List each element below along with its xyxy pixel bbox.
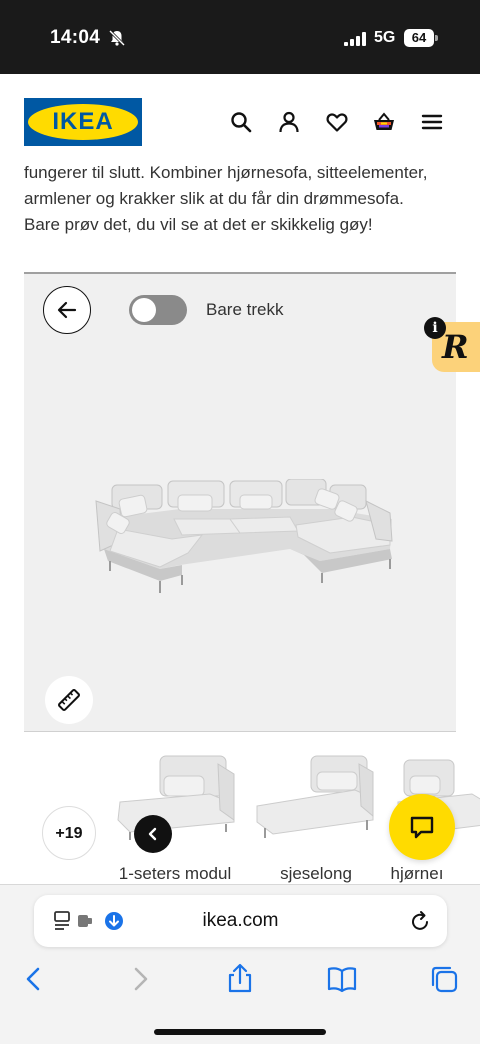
measure-button[interactable] bbox=[45, 676, 93, 724]
back-nav-icon[interactable] bbox=[18, 963, 50, 995]
network-label: 5G bbox=[374, 29, 396, 46]
battery-indicator: 64 bbox=[404, 29, 434, 47]
module-label: 1-seters modul bbox=[118, 864, 232, 883]
browser-toolbar: ikea.com bbox=[0, 884, 480, 1044]
share-icon[interactable] bbox=[224, 963, 256, 995]
more-modules-count[interactable]: +19 bbox=[42, 806, 96, 860]
heart-icon[interactable] bbox=[325, 110, 349, 134]
toggle-knob bbox=[132, 298, 156, 322]
carousel-prev-button[interactable] bbox=[134, 815, 172, 853]
reload-icon[interactable] bbox=[408, 909, 432, 933]
sofa-configurator: Bare trekk bbox=[24, 272, 456, 732]
bell-off-icon bbox=[108, 29, 126, 47]
status-bar: 14:04 5G 64 bbox=[0, 0, 480, 74]
covers-only-toggle[interactable] bbox=[129, 295, 187, 325]
chaise-module-image bbox=[256, 755, 374, 838]
ikea-logo-fg[interactable]: IKEA bbox=[24, 98, 142, 146]
intro-line-3: Bare prøv det, du vil se at det er skikk… bbox=[24, 215, 373, 234]
tabs-icon[interactable] bbox=[428, 963, 460, 995]
sofa-3d-render[interactable] bbox=[90, 479, 406, 599]
ruler-icon bbox=[58, 689, 80, 711]
site-header-foreground: IKEA bbox=[0, 74, 480, 168]
signal-icon bbox=[344, 32, 366, 46]
module-carousel: +19 1-seters modul sjeselong hjørneı bbox=[0, 742, 480, 887]
cart-icon[interactable] bbox=[372, 110, 396, 134]
account-icon[interactable] bbox=[277, 110, 301, 134]
module-card[interactable]: 1-seters modul bbox=[110, 750, 240, 883]
chat-icon bbox=[410, 816, 434, 839]
back-button[interactable] bbox=[43, 286, 91, 334]
intro-text: fungerer til slutt. Kombiner hjørnesofa,… bbox=[24, 160, 464, 238]
module-label: hjørneı bbox=[390, 864, 444, 883]
info-icon[interactable]: i bbox=[424, 317, 446, 339]
search-icon[interactable] bbox=[229, 110, 253, 134]
one-seat-module-image bbox=[117, 755, 235, 840]
bookmarks-icon[interactable] bbox=[326, 963, 358, 995]
toggle-label: Bare trekk bbox=[206, 300, 284, 319]
menu-icon[interactable] bbox=[420, 110, 444, 134]
chat-button[interactable] bbox=[389, 794, 455, 860]
home-indicator bbox=[154, 1029, 326, 1035]
address-bar[interactable]: ikea.com bbox=[34, 895, 447, 947]
url-text: ikea.com bbox=[202, 910, 279, 931]
arrow-left-icon bbox=[57, 301, 77, 319]
module-card[interactable]: sjeselong bbox=[251, 750, 381, 883]
badge-letter: R bbox=[442, 328, 469, 366]
forward-nav-icon[interactable] bbox=[124, 963, 156, 995]
battery-cap bbox=[435, 35, 438, 41]
intro-line-2: armlener og krakker slik at du får din d… bbox=[24, 189, 404, 208]
status-time: 14:04 bbox=[50, 27, 101, 48]
logo-text-fg: IKEA bbox=[52, 108, 114, 135]
chevron-left-icon bbox=[148, 827, 157, 841]
